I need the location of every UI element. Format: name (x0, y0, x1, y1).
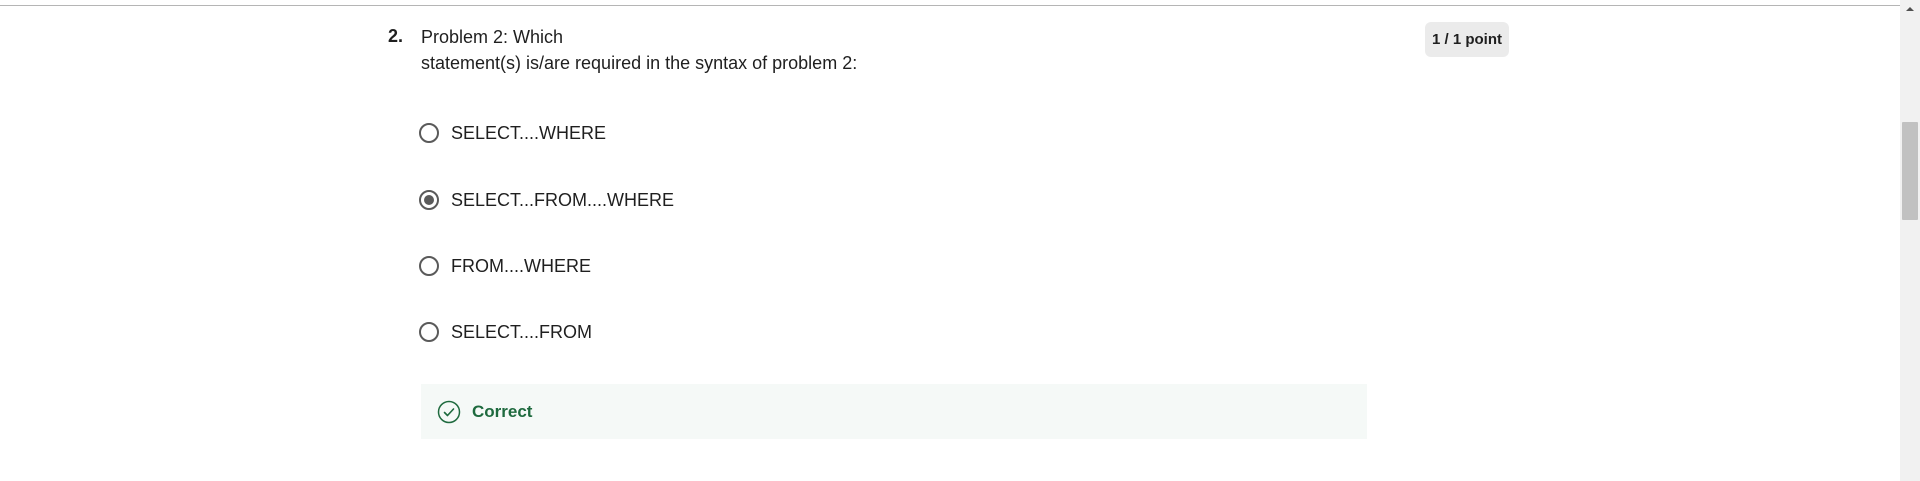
radio-button[interactable] (419, 256, 439, 276)
radio-button[interactable] (419, 322, 439, 342)
scroll-up-arrow-icon[interactable] (1900, 0, 1920, 18)
question-text-line1: Problem 2: Which (421, 27, 564, 47)
scrollbar-thumb[interactable] (1902, 122, 1918, 220)
scrollbar[interactable] (1900, 0, 1920, 481)
question-text-line2: statement(s) is/are required in the synt… (421, 53, 858, 73)
question-text: Problem 2: Which statement(s) is/are req… (421, 24, 1121, 76)
check-circle-icon (436, 399, 462, 425)
top-border (0, 0, 1900, 6)
option-1[interactable]: SELECT....WHERE (419, 118, 606, 148)
question-number: 2. (388, 26, 404, 46)
option-label: SELECT....WHERE (451, 122, 607, 143)
radio-button[interactable] (419, 123, 439, 143)
option-label: SELECT....FROM (451, 321, 593, 342)
option-label: SELECT...FROM....WHERE (451, 189, 675, 210)
radio-button-selected[interactable] (419, 190, 439, 210)
feedback-label: Correct (472, 401, 533, 421)
feedback-box: Correct (421, 384, 1367, 439)
points-badge: 1 / 1 point (1425, 22, 1509, 57)
option-4[interactable]: SELECT....FROM (419, 317, 592, 347)
option-2[interactable]: SELECT...FROM....WHERE (419, 185, 674, 215)
option-label: FROM....WHERE (451, 255, 591, 276)
option-3[interactable]: FROM....WHERE (419, 251, 591, 281)
